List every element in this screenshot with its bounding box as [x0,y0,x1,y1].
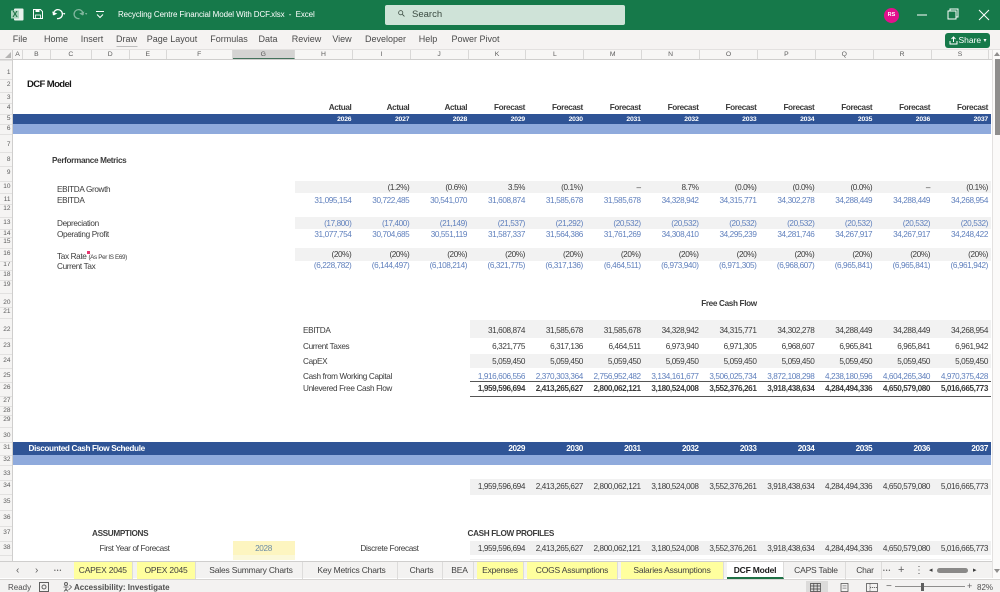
svg-text:X: X [12,10,18,19]
